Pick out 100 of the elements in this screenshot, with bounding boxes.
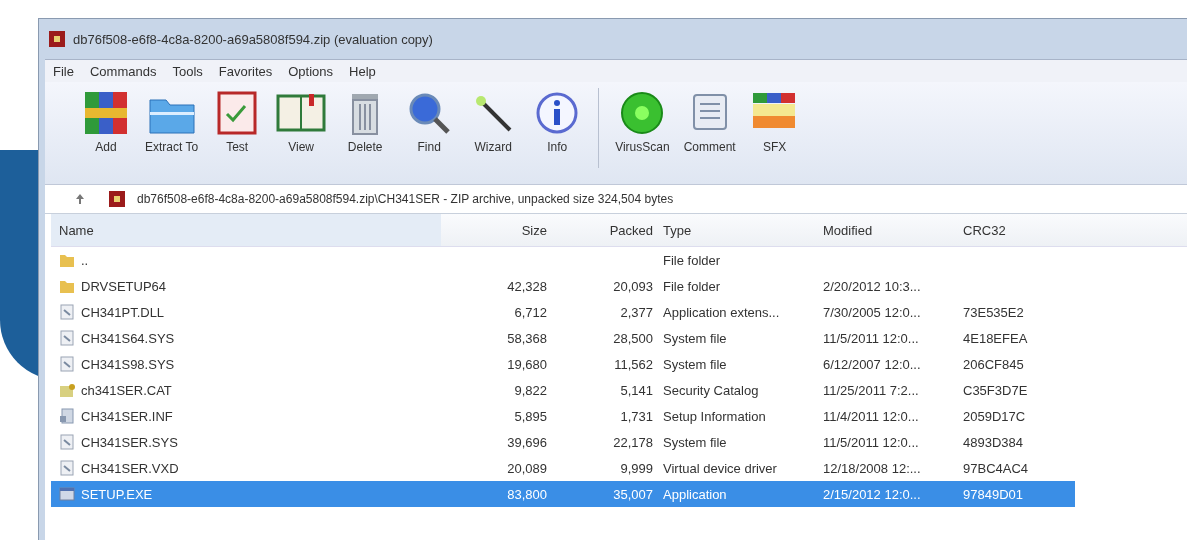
type-cell-text: Security Catalog [662,382,760,398]
file-row[interactable]: ch341SER.CAT 9,822 5,141 Security Catalog 11/25/2011 7:2... C35F3D7E [51,377,1075,403]
toolbar-button[interactable]: Extract To [139,88,205,156]
type-cell-text: System file [662,330,728,346]
size-cell-text: 9,822 [513,382,547,398]
file-name: CH341SER.VXD [81,460,179,476]
toolbar-button[interactable]: Find [398,88,461,156]
modified-cell-text: 11/4/2011 12:0... [823,408,920,424]
type-cell-text: Application [662,486,728,502]
window-title: db76f508-e6f8-4c8a-8200-a69a5808f594.zip (evaluation copy) [73,31,433,47]
toolbar-button[interactable]: Info [526,88,589,156]
file-name: DRVSETUP64 [81,278,166,294]
document-icon [59,434,75,450]
size-cell-text: 19,680 [506,356,547,372]
folder-icon [59,278,75,294]
file-row[interactable]: CH341SER.SYS 39,696 22,178 System file 11/5/2011 12:0... 4893D384 [51,429,1075,455]
toolbar-button[interactable]: SFX [743,88,806,156]
toolbar-button[interactable]: Delete [334,88,397,156]
settings-file-icon [59,408,75,424]
type-cell-text: File folder [662,278,722,294]
modified-cell-text: 7/30/2005 12:0... [823,304,922,320]
certificate-icon [59,382,75,398]
size-cell-text: 5,895 [513,408,547,424]
up-arrow-icon[interactable] [75,193,85,205]
file-name: CH341PT.DLL [81,304,165,320]
column-header[interactable]: CRC32 [963,222,1063,238]
crc-cell-text: 4893D384 [963,434,1024,450]
size-cell-text: 58,368 [506,330,547,346]
application-icon [59,486,75,502]
file-row[interactable]: .. File folder [51,247,1075,273]
column-header[interactable]: Size [441,222,547,238]
modified-cell-text: 2/20/2012 10:3... [823,278,922,294]
menu-item[interactable]: Options [288,63,334,79]
toolbar-button[interactable]: Wizard [462,88,525,156]
file-row[interactable]: CH341PT.DLL 6,712 2,377 Application extens... 7/30/2005 12:0... 73E535E2 [51,299,1075,325]
document-icon [59,356,75,372]
packed-cell-text: 28,500 [612,330,653,346]
modified-cell-text: 6/12/2007 12:0... [823,356,922,372]
file-row[interactable]: CH341SER.VXD 20,089 9,999 Virtual device driver 12/18/2008 12:... 97BC4AC4 [51,455,1075,481]
size-cell-text: 42,328 [506,278,547,294]
document-icon [59,330,75,346]
packed-cell-text: 2,377 [619,304,653,320]
packed-cell-text: 5,141 [619,382,653,398]
document-icon [59,460,75,476]
type-cell-text: File folder [662,252,722,268]
file-name: CH341SER.SYS [81,434,178,450]
toolbar-button[interactable]: Comment [677,88,742,156]
size-cell-text: 20,089 [506,460,547,476]
file-name: SETUP.EXE [81,486,153,502]
toolbar-button[interactable]: View [270,88,333,156]
file-name: ch341SER.CAT [81,382,172,398]
size-cell-text: 6,712 [513,304,547,320]
packed-cell-text: 35,007 [612,486,653,502]
type-cell-text: System file [662,356,728,372]
toolbar-button[interactable]: Test [206,88,269,156]
menu-item[interactable]: Commands [89,63,157,79]
file-name: .. [81,252,89,268]
crc-cell-text: 97849D01 [963,486,1024,502]
packed-cell-text: 20,093 [612,278,653,294]
size-cell-text: 39,696 [506,434,547,450]
document-icon [59,304,75,320]
crc-cell-text: 4E18EFEA [963,330,1029,346]
crc-cell-text: 97BC4AC4 [963,460,1030,476]
type-cell-text: Application extens... [662,304,781,320]
type-cell-text: Setup Information [662,408,767,424]
toolbar-button[interactable]: VirusScan [609,88,676,156]
modified-cell-text: 11/25/2011 7:2... [823,382,920,398]
packed-cell-text: 9,999 [619,460,653,476]
column-header[interactable]: Packed [547,222,653,238]
column-header[interactable]: Name [51,214,441,246]
file-row[interactable]: CH341SER.INF 5,895 1,731 Setup Information 11/4/2011 12:0... 2059D17C [51,403,1075,429]
file-name: CH341S98.SYS [81,356,175,372]
crc-cell-text: 206CF845 [963,356,1025,372]
modified-cell-text: 11/5/2011 12:0... [823,434,920,450]
archive-path: db76f508-e6f8-4c8a-8200-a69a5808f594.zip\CH341SER - ZIP archive, unpacked size 324,504 bytes [137,192,674,206]
crc-cell-text: 2059D17C [963,408,1027,424]
modified-cell-text: 2/15/2012 12:0... [823,486,922,502]
toolbar-button[interactable]: Add [75,88,137,156]
file-name: CH341S64.SYS [81,330,175,346]
packed-cell-text: 1,731 [619,408,653,424]
modified-cell-text: 11/5/2011 12:0... [823,330,920,346]
column-header[interactable]: Modified [823,222,963,238]
type-cell-text: System file [662,434,728,450]
size-cell-text: 83,800 [506,486,547,502]
crc-cell-text: C35F3D7E [963,382,1029,398]
packed-cell-text: 22,178 [612,434,653,450]
file-name: CH341SER.INF [81,408,173,424]
crc-cell-text: 73E535E2 [963,304,1025,320]
file-row[interactable]: CH341S64.SYS 58,368 28,500 System file 11/5/2011 12:0... 4E18EFEA [51,325,1075,351]
menu-item[interactable]: Help [349,63,376,79]
file-row[interactable]: DRVSETUP64 42,328 20,093 File folder 2/20/2012 10:3... [51,273,1075,299]
file-row[interactable]: CH341S98.SYS 19,680 11,562 System file 6/12/2007 12:0... 206CF845 [51,351,1075,377]
menu-item[interactable]: Tools [172,63,203,79]
column-header[interactable]: Type [653,222,823,238]
menu-item[interactable]: File [53,63,74,79]
packed-cell-text: 11,562 [613,356,653,372]
menu-item[interactable]: Favorites [218,63,273,79]
modified-cell-text: 12/18/2008 12:... [823,460,922,476]
type-cell-text: Virtual device driver [662,460,778,476]
folder-icon [59,252,75,268]
